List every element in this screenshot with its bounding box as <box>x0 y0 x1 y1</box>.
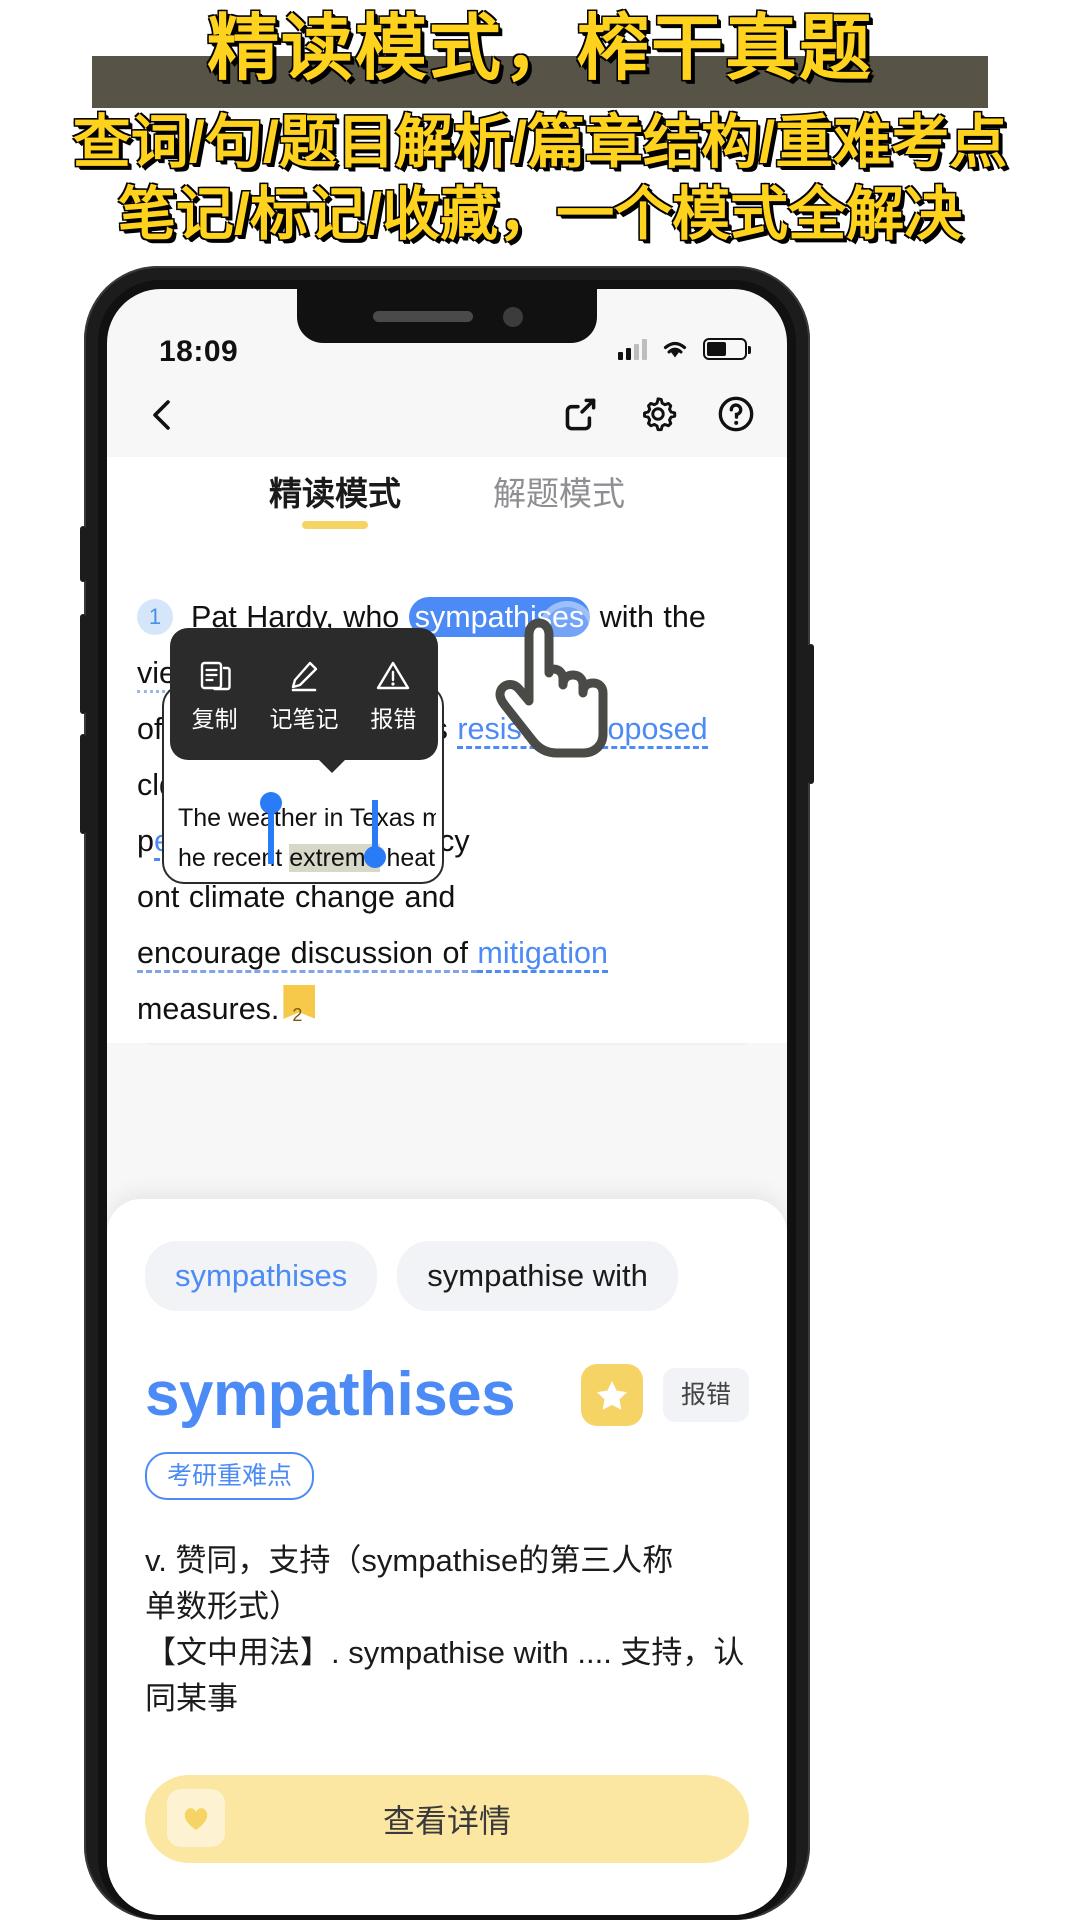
selection-handle-left-knob[interactable] <box>260 792 282 814</box>
back-button[interactable] <box>141 393 185 437</box>
promo-line-3: 笔记/标记/收藏，一个模式全解决 <box>117 182 963 247</box>
gear-icon[interactable] <box>635 391 681 437</box>
chip-sympathises[interactable]: sympathises <box>145 1241 378 1311</box>
tab-problem-solving-label: 解题模式 <box>493 475 625 512</box>
dictionary-sheet: sympathises sympathise with sympathises … <box>107 1199 787 1915</box>
text-run: encourage discussion of <box>137 936 478 973</box>
phone-notch <box>297 289 597 343</box>
promo-header: 精读模式，榨干真题 查词/句/题目解析/篇章结构/重难考点 笔记/标记/收藏，一… <box>0 0 1080 262</box>
dictionary-chip-row: sympathises sympathise with <box>145 1199 749 1311</box>
phone-bezel: 18:09 精读模式 解题模式 1 Pat Hardy, who sympath… <box>98 280 796 1920</box>
help-circle-icon[interactable] <box>713 391 759 437</box>
phone-volume-down-button <box>80 734 86 834</box>
app-navbar <box>107 375 787 457</box>
phone-mockup: 18:09 精读模式 解题模式 1 Pat Hardy, who sympath… <box>80 266 814 1920</box>
share-icon[interactable] <box>557 391 603 437</box>
definition-line: 同某事 <box>145 1681 238 1716</box>
heart-badge-icon <box>184 1808 208 1830</box>
view-details-button[interactable]: 查看详情 <box>145 1775 749 1863</box>
back-chevron-icon <box>153 400 170 430</box>
tap-ripple <box>539 601 595 657</box>
bookmark-flag-icon[interactable]: 2 <box>283 985 317 1027</box>
phone-screen: 18:09 精读模式 解题模式 1 Pat Hardy, who sympath… <box>107 289 787 1915</box>
definition-line: 单数形式） <box>145 1589 300 1624</box>
pencil-note-icon <box>262 655 346 697</box>
tab-active-underline <box>302 521 368 529</box>
definition-line: 【文中用法】. sympathise with .... 支持，认 <box>145 1635 745 1670</box>
status-indicators <box>618 337 751 361</box>
dictionary-tag-row: 考研重难点 <box>145 1452 749 1500</box>
navbar-actions <box>557 391 759 437</box>
text-run: The weather in Texas may ha <box>178 804 436 832</box>
exam-difficulty-tag: 考研重难点 <box>145 1452 315 1500</box>
flag-number: 2 <box>292 1005 303 1025</box>
dictionary-headword: sympathises <box>145 1360 516 1429</box>
cta-badge <box>167 1789 225 1847</box>
dictionary-definitions: v. 赞同，支持（sympathise的第三人称 单数形式） 【文中用法】. s… <box>145 1538 749 1722</box>
star-icon <box>596 1380 627 1410</box>
context-menu-note-label: 记笔记 <box>269 706 339 732</box>
warning-triangle-icon <box>351 655 435 697</box>
paragraph-number-badge: 1 <box>137 599 173 635</box>
context-menu: 复制 记笔记 报错 <box>170 628 438 773</box>
context-menu-copy-label: 复制 <box>191 706 238 732</box>
phone-mute-switch <box>80 526 86 582</box>
text-run: measures. <box>137 992 280 1026</box>
signal-icon <box>618 338 647 360</box>
selection-handle-right[interactable] <box>372 800 378 852</box>
earpiece-speaker <box>373 311 473 322</box>
dictionary-word-row: sympathises 报错 <box>145 1359 749 1430</box>
tab-problem-solving[interactable]: 解题模式 <box>493 471 625 517</box>
tab-intensive-reading-label: 精读模式 <box>269 475 401 512</box>
favorite-button[interactable] <box>580 1363 643 1426</box>
promo-line-2: 查词/句/题目解析/篇章结构/重难考点 <box>72 110 1008 175</box>
text-run: cl <box>137 768 160 802</box>
report-error-button[interactable]: 报错 <box>662 1367 749 1422</box>
context-menu-item-report[interactable]: 报错 <box>351 655 435 733</box>
text-run: o <box>137 880 154 914</box>
mode-tabs: 精读模式 解题模式 <box>107 457 787 543</box>
text-run: nt climate change and <box>153 880 456 914</box>
copy-icon <box>173 655 257 697</box>
selection-sentence-line-1: The weather in Texas may ha <box>178 796 436 840</box>
text-run: heat, but t <box>386 844 436 872</box>
phone-volume-up-button <box>80 614 86 714</box>
selection-card: 复制 记笔记 报错 The in Texas m he recent extre… <box>162 628 444 884</box>
tab-intensive-reading[interactable]: 精读模式 <box>269 471 401 529</box>
battery-icon <box>703 338 751 360</box>
selection-handle-left[interactable] <box>268 812 274 864</box>
definition-line: v. 赞同，支持（sympathise的第三人称 <box>145 1543 674 1578</box>
context-menu-item-note[interactable]: 记笔记 <box>262 655 346 733</box>
promo-line-1: 精读模式，榨干真题 <box>206 9 873 89</box>
status-time: 18:09 <box>159 335 239 368</box>
word-mitigation[interactable]: mitigation <box>477 936 608 973</box>
front-camera <box>503 307 523 327</box>
view-details-label: 查看详情 <box>382 1803 511 1839</box>
phone-power-button <box>808 644 814 784</box>
selection-handle-right-knob[interactable] <box>364 846 386 868</box>
chip-sympathise-with[interactable]: sympathise with <box>397 1241 678 1311</box>
text-run: with the <box>590 600 706 634</box>
context-menu-report-label: 报错 <box>370 706 417 732</box>
context-menu-item-copy[interactable]: 复制 <box>173 655 257 733</box>
text-run: p <box>137 824 154 858</box>
phrase-resisting-proposed[interactable]: resisting proposed <box>457 712 708 749</box>
selection-sentence-line-2: he recent extreme heat, but t <box>178 836 436 880</box>
wifi-icon <box>663 341 687 358</box>
